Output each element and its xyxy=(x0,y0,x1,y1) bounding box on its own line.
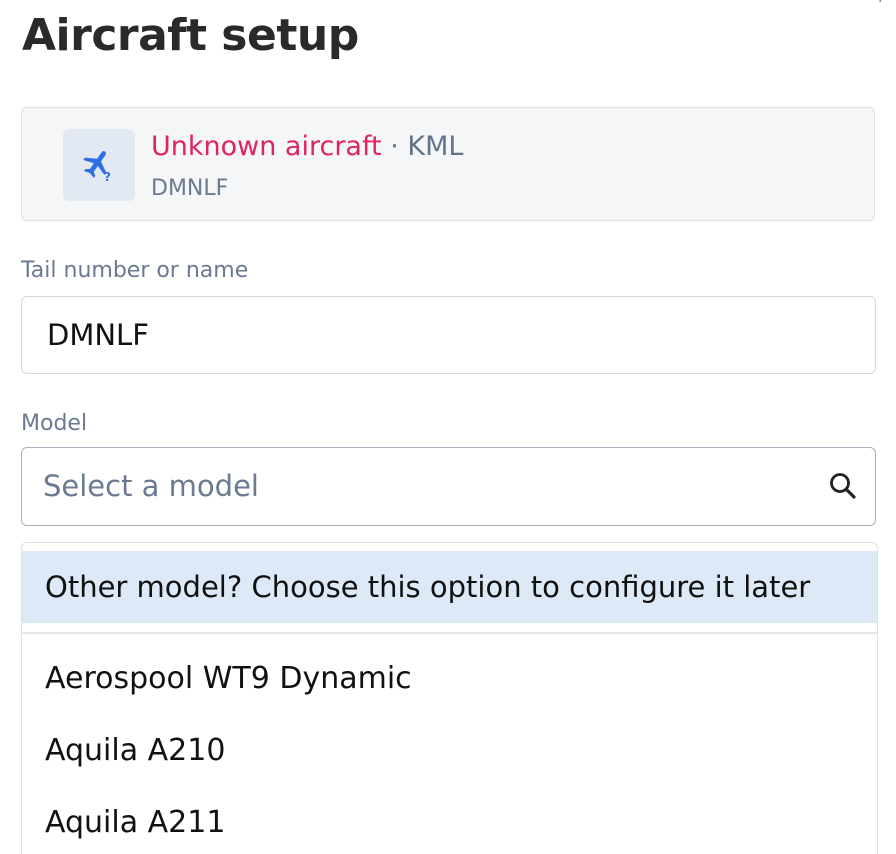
other-model-option[interactable]: Other model? Choose this option to confi… xyxy=(22,551,877,623)
aircraft-title-line: Unknown aircraft · KML xyxy=(151,130,463,164)
model-search-input[interactable] xyxy=(22,448,823,524)
model-option[interactable]: Aquila A211 xyxy=(45,803,225,843)
tail-number-label: Tail number or name xyxy=(21,258,249,283)
source-type: KML xyxy=(407,131,464,162)
aircraft-summary-card: ? Unknown aircraft · KML DMNLF xyxy=(21,107,875,221)
model-option[interactable]: Aquila A210 xyxy=(45,731,225,771)
dropdown-divider xyxy=(22,632,877,634)
airplane-question-icon: ? xyxy=(63,129,135,201)
aircraft-identifier: DMNLF xyxy=(151,176,229,201)
aircraft-setup-page: · Aircraft setup ? Unknown aircraft · KM… xyxy=(0,0,896,854)
tail-number-input[interactable] xyxy=(21,296,876,374)
corner-mark: · xyxy=(878,0,883,10)
model-label: Model xyxy=(21,411,88,436)
model-option[interactable]: Aerospool WT9 Dynamic xyxy=(45,659,412,699)
title-separator: · xyxy=(390,131,399,162)
search-icon[interactable] xyxy=(827,470,859,502)
model-select[interactable] xyxy=(21,447,876,526)
aircraft-status: Unknown aircraft xyxy=(151,131,382,162)
svg-text:?: ? xyxy=(104,170,111,184)
model-dropdown-list: Other model? Choose this option to confi… xyxy=(21,542,878,854)
page-title: Aircraft setup xyxy=(22,10,359,61)
